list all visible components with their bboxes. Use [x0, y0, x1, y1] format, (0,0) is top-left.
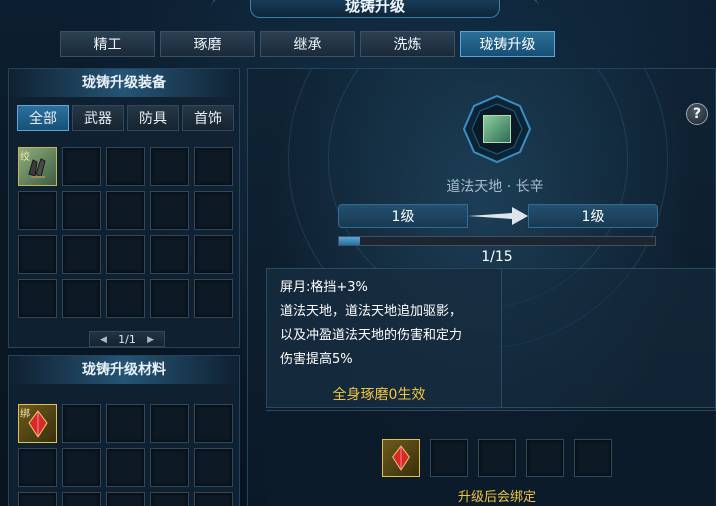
equipment-slot[interactable]	[194, 235, 233, 274]
equipment-slot[interactable]	[62, 235, 101, 274]
material-slot[interactable]	[18, 448, 57, 487]
filter-jewelry[interactable]: 首饰	[182, 105, 234, 131]
game-window: { "window": { "title": "珑铸升级" }, "tabs":…	[0, 0, 716, 506]
tab-refine[interactable]: 精工	[60, 31, 155, 57]
effect-line: 以及冲盈道法天地的伤害和定力	[280, 328, 463, 343]
title-ornament-left	[211, 0, 251, 10]
tab-bar: 精工 琢磨 继承 洗炼 珑铸升级	[60, 31, 555, 57]
equipment-slot[interactable]	[18, 279, 57, 318]
equipment-slot[interactable]	[194, 191, 233, 230]
required-material-slot[interactable]	[430, 439, 468, 477]
material-slot[interactable]	[194, 492, 233, 506]
material-slot[interactable]	[62, 448, 101, 487]
pager-text: 1/1	[118, 333, 136, 346]
arrow-right-icon	[466, 203, 530, 229]
equipment-slot[interactable]	[18, 235, 57, 274]
material-slot[interactable]	[62, 404, 101, 443]
item-emblem	[462, 94, 532, 164]
filter-armor[interactable]: 防具	[127, 105, 179, 131]
window-title: 珑铸升级	[250, 0, 500, 18]
material-slot[interactable]	[18, 492, 57, 506]
red-crystal-icon	[383, 440, 419, 476]
pager-next-icon[interactable]: ▶	[147, 332, 154, 348]
materials-panel-title: 珑铸升级材料	[9, 356, 239, 384]
equipment-slot[interactable]	[150, 191, 189, 230]
equipment-slot[interactable]	[106, 235, 145, 274]
equipment-slot[interactable]	[106, 147, 145, 186]
current-level: 1级	[338, 204, 468, 228]
equipment-slot[interactable]	[150, 147, 189, 186]
equipment-slot[interactable]	[194, 147, 233, 186]
equipment-slot[interactable]	[62, 279, 101, 318]
equipment-slot[interactable]	[150, 235, 189, 274]
material-slot[interactable]	[150, 448, 189, 487]
tab-polish[interactable]: 琢磨	[160, 31, 255, 57]
equipped-item-icon	[483, 115, 511, 143]
gauntlet-icon	[19, 148, 56, 185]
effect-line: 屏月:格挡+3%	[280, 280, 368, 295]
help-icon[interactable]: ?	[686, 103, 708, 125]
equipment-slot[interactable]	[194, 279, 233, 318]
equipment-slot[interactable]	[106, 191, 145, 230]
material-slot[interactable]	[106, 492, 145, 506]
progress-text: 1/15	[481, 249, 513, 265]
filter-weapon[interactable]: 武器	[72, 105, 124, 131]
equipment-panel-title: 珑铸升级装备	[9, 69, 239, 97]
material-slot[interactable]	[194, 404, 233, 443]
item-name: 道法天地 · 长辛	[446, 179, 544, 195]
tab-reforge[interactable]: 洗炼	[360, 31, 455, 57]
title-ornament-right	[499, 0, 539, 10]
tab-upgrade[interactable]: 珑铸升级	[460, 31, 555, 57]
equipment-slot-filled[interactable]: 绞	[18, 147, 57, 186]
material-slot-filled[interactable]: 绑	[18, 404, 57, 443]
equipment-slot[interactable]	[62, 147, 101, 186]
required-material-slot[interactable]	[574, 439, 612, 477]
materials-panel: 珑铸升级材料 绑	[8, 355, 240, 506]
equipment-slot[interactable]	[106, 279, 145, 318]
tab-inherit[interactable]: 继承	[260, 31, 355, 57]
red-crystal-icon	[19, 405, 56, 442]
required-material-slot[interactable]	[478, 439, 516, 477]
material-slot[interactable]	[62, 492, 101, 506]
upgrade-progress-bar	[338, 236, 656, 246]
polish-effect-text: 全身琢磨0生效	[332, 387, 426, 403]
window-title-text: 珑铸升级	[344, 0, 405, 15]
progress-fill	[339, 237, 361, 245]
effect-line: 伤害提高5%	[280, 352, 353, 367]
bind-warning-text: 升级后会绑定	[457, 490, 536, 505]
required-material-filled[interactable]	[382, 439, 420, 477]
material-slot[interactable]	[106, 404, 145, 443]
equipment-grid: 绞	[18, 147, 233, 318]
filter-all[interactable]: 全部	[17, 105, 69, 131]
required-materials-row	[382, 439, 612, 477]
material-slot[interactable]	[106, 448, 145, 487]
equipment-slot[interactable]	[62, 191, 101, 230]
equipment-slot[interactable]	[150, 279, 189, 318]
next-level: 1级	[528, 204, 658, 228]
equipment-slot[interactable]	[18, 191, 57, 230]
materials-grid: 绑	[18, 404, 233, 506]
pager-prev-icon[interactable]: ◀	[100, 332, 107, 348]
equipment-panel: 珑铸升级装备 全部 武器 防具 首饰 绞 ◀ 1/1 ▶	[8, 68, 240, 348]
material-slot[interactable]	[150, 404, 189, 443]
effect-line: 道法天地，道法天地追加驱影，	[280, 304, 463, 319]
material-slot[interactable]	[150, 492, 189, 506]
required-material-slot[interactable]	[526, 439, 564, 477]
equipment-filters: 全部 武器 防具 首饰	[17, 105, 234, 131]
material-slot[interactable]	[194, 448, 233, 487]
effect-description-box-right	[502, 268, 716, 408]
equipment-pager: ◀ 1/1 ▶	[89, 331, 165, 347]
